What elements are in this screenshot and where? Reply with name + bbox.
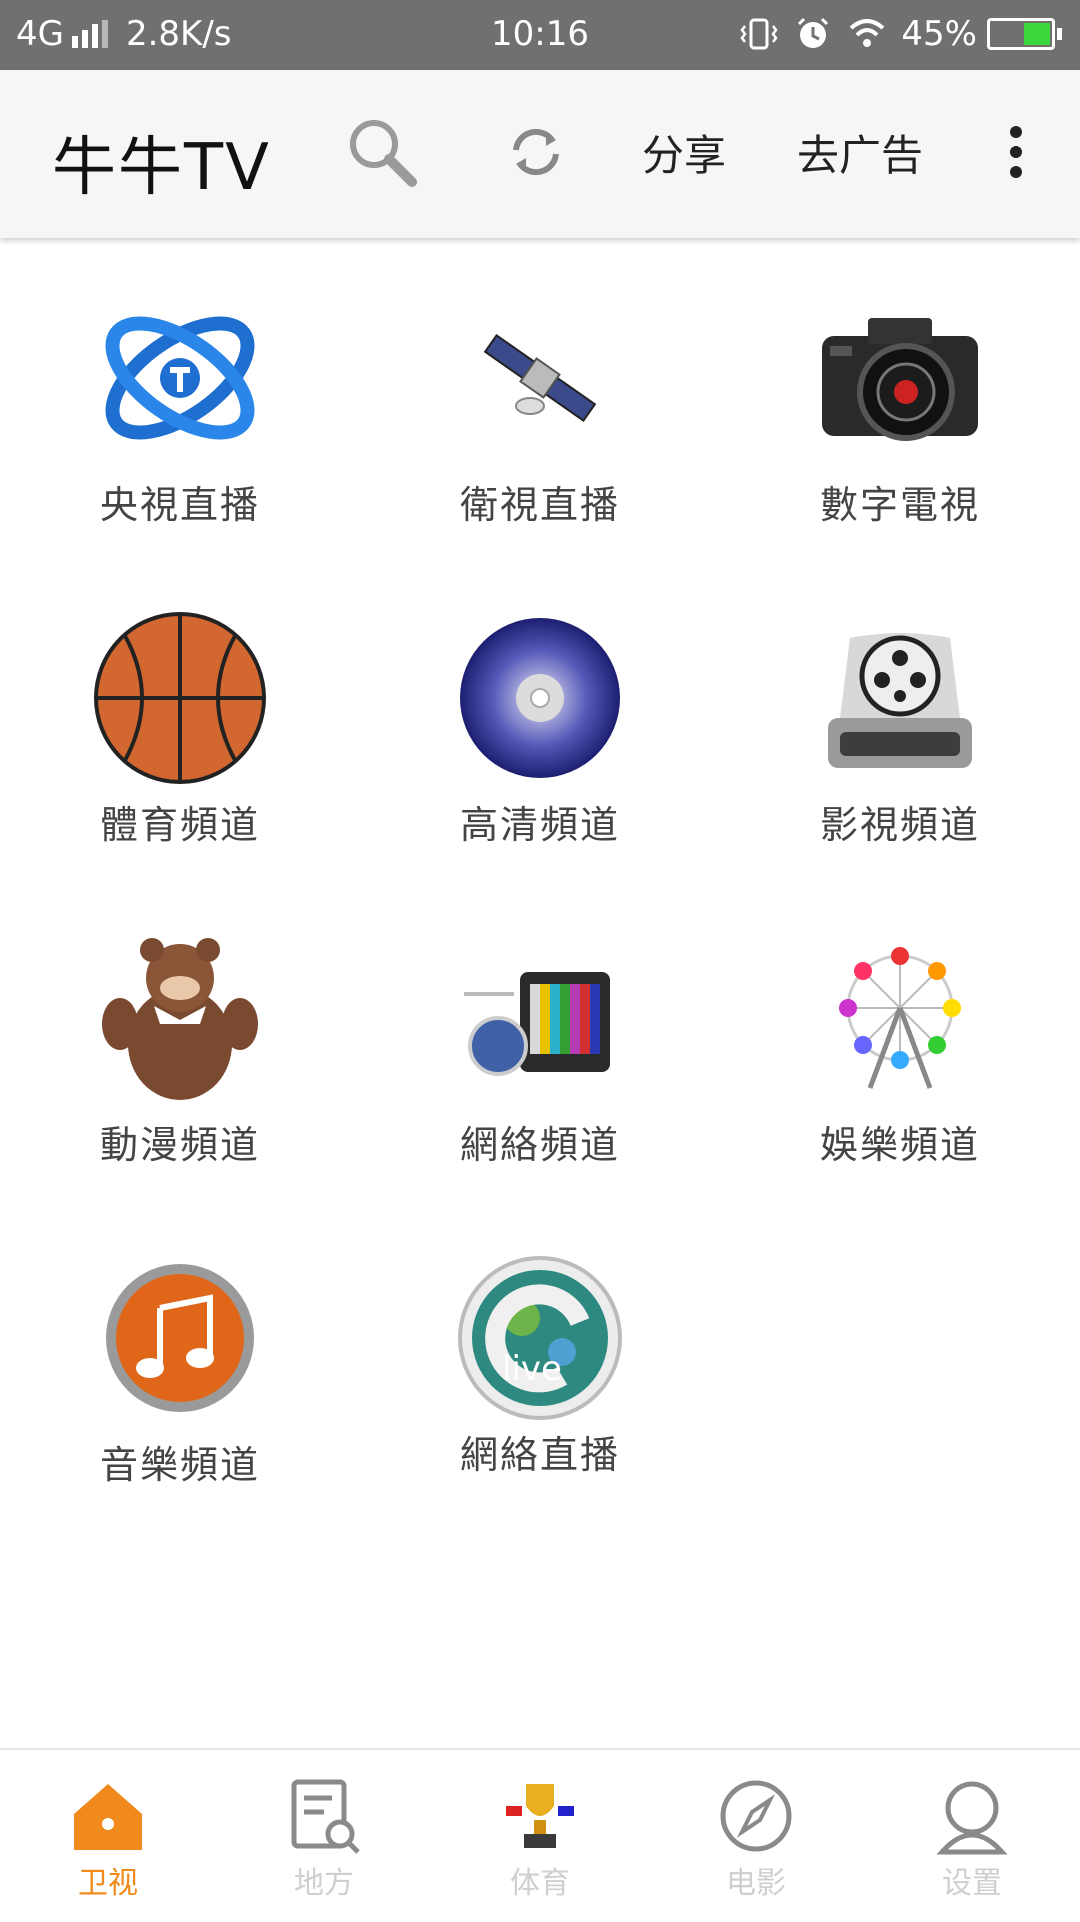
- channel-label: 央視直播: [99, 483, 260, 527]
- channel-label: 衛視直播: [459, 483, 620, 527]
- nav-tab-settings[interactable]: 设置: [864, 1750, 1080, 1922]
- remove-ads-button[interactable]: 去广告: [790, 110, 930, 194]
- nav-label: 电影: [726, 1866, 786, 1901]
- search-button[interactable]: [336, 110, 428, 194]
- channel-label: 體育頻道: [99, 803, 260, 847]
- channel-tile-hd[interactable]: 高清頻道: [390, 558, 690, 858]
- satellite-icon: [483, 334, 597, 422]
- app-title: 牛牛TV: [52, 131, 271, 205]
- wifi-icon: [850, 19, 885, 47]
- film-reel-drive-icon: [828, 633, 972, 768]
- battery-icon: [987, 18, 1062, 50]
- channel-tile-entertainment[interactable]: 娛樂頻道: [750, 878, 1050, 1178]
- nav-tab-sports[interactable]: 体育: [432, 1750, 648, 1922]
- share-button[interactable]: 分享: [634, 110, 734, 194]
- channel-label: 動漫頻道: [99, 1123, 260, 1167]
- channel-tile-cctv[interactable]: 央視直播: [30, 238, 330, 538]
- cctv-logo-icon: [105, 316, 255, 440]
- nav-tab-satellite-tv[interactable]: 卫视: [0, 1750, 216, 1922]
- refresh-icon: [513, 128, 559, 176]
- cartoon-bear-icon: [102, 938, 258, 1100]
- local-search-icon: [291, 1779, 360, 1854]
- vibrate-icon: [740, 18, 778, 50]
- channel-tile-sports[interactable]: 體育頻道: [30, 558, 330, 858]
- nav-label: 设置: [942, 1866, 1002, 1901]
- bottom-navigation: 卫视 地方 体育 电影 设置: [0, 1748, 1080, 1922]
- retro-tv-icon: [464, 972, 610, 1076]
- ferris-wheel-icon: [839, 947, 961, 1089]
- battery-percent: 45%: [901, 14, 977, 54]
- app-toolbar: 牛牛TV 分享 去广告: [0, 70, 1080, 238]
- trophy-icon: [506, 1784, 574, 1848]
- channel-tile-digital-tv[interactable]: 數字電視: [750, 238, 1050, 538]
- disc-icon: [460, 618, 620, 778]
- status-right: 45%: [739, 14, 1062, 54]
- channel-label: 娛樂頻道: [819, 1123, 980, 1167]
- channel-tile-anime[interactable]: 動漫頻道: [30, 878, 330, 1178]
- channel-label: 數字電視: [819, 483, 980, 527]
- channel-label: 網絡頻道: [459, 1123, 620, 1167]
- channel-label: 音樂頻道: [99, 1443, 260, 1487]
- live-globe-icon: live: [458, 1256, 622, 1420]
- nav-tab-movies[interactable]: 电影: [648, 1750, 864, 1922]
- compass-icon: [720, 1780, 792, 1852]
- user-icon: [936, 1781, 1008, 1855]
- nav-label: 卫视: [78, 1866, 138, 1901]
- channel-label: 網絡直播: [459, 1433, 620, 1477]
- channel-label: 高清頻道: [459, 803, 620, 847]
- more-menu-icon: [1010, 122, 1022, 182]
- basketball-icon: [94, 612, 266, 784]
- camera-icon: [822, 318, 978, 441]
- search-icon: [350, 120, 417, 187]
- refresh-button[interactable]: [496, 110, 576, 194]
- channel-tile-music[interactable]: 音樂頻道: [30, 1198, 330, 1498]
- music-note-icon: [106, 1264, 254, 1412]
- nav-label: 地方: [294, 1866, 354, 1901]
- svg-text:live: live: [502, 1349, 562, 1389]
- alarm-icon: [798, 17, 829, 48]
- channel-tile-movies[interactable]: 影視頻道: [750, 558, 1050, 858]
- status-bar: 4G 2.8K/s 10:16 45%: [0, 0, 1080, 70]
- home-icon: [74, 1784, 142, 1850]
- nav-tab-local[interactable]: 地方: [216, 1750, 432, 1922]
- more-menu-button[interactable]: [986, 110, 1046, 194]
- channel-tile-satellite[interactable]: 衛視直播: [390, 238, 690, 538]
- channel-tile-network[interactable]: 網絡頻道: [390, 878, 690, 1178]
- nav-label: 体育: [510, 1866, 570, 1901]
- channel-label: 影視頻道: [819, 803, 980, 847]
